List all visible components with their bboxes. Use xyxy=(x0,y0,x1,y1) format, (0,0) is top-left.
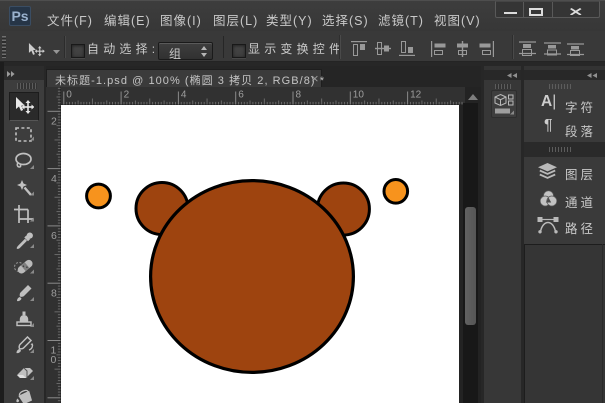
svg-text:4: 4 xyxy=(51,173,57,185)
svg-text:6: 6 xyxy=(51,230,57,242)
svg-text:4: 4 xyxy=(181,90,187,101)
svg-text:0: 0 xyxy=(66,90,72,101)
svg-text:6: 6 xyxy=(238,90,244,101)
svg-text:2: 2 xyxy=(124,90,130,101)
svg-text:8: 8 xyxy=(296,90,302,101)
svg-text:10: 10 xyxy=(353,90,365,101)
svg-text:8: 8 xyxy=(51,287,57,299)
svg-text:0: 0 xyxy=(51,354,57,366)
svg-text:2: 2 xyxy=(51,116,57,128)
svg-text:12: 12 xyxy=(410,90,422,101)
